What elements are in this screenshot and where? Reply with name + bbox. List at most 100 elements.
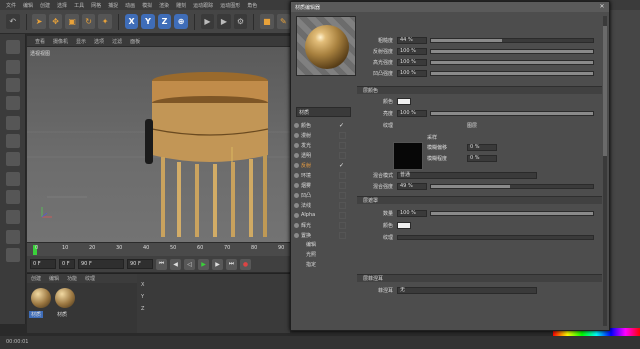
fresnel-row[interactable]: 菲涅耳 无 bbox=[357, 286, 602, 295]
tweak-icon[interactable] bbox=[6, 190, 20, 204]
material-menu-item[interactable]: 创建 bbox=[31, 275, 41, 282]
menu-item[interactable]: 渲染 bbox=[159, 2, 169, 9]
pen-icon[interactable]: ✎ bbox=[276, 14, 291, 29]
roughness-slider[interactable] bbox=[430, 38, 594, 43]
checkbox-empty-icon[interactable] bbox=[339, 181, 346, 189]
model-mode-icon[interactable] bbox=[6, 60, 20, 74]
next-frame-icon[interactable]: ▶ bbox=[212, 258, 223, 270]
channel-12[interactable]: 置换 bbox=[294, 230, 346, 240]
fresnel-select[interactable]: 无 bbox=[397, 287, 537, 294]
menu-item[interactable]: 动画 bbox=[125, 2, 135, 9]
menu-item[interactable]: 模拟 bbox=[142, 2, 152, 9]
checkbox-empty-icon[interactable] bbox=[339, 201, 346, 209]
texture-mode-icon[interactable] bbox=[6, 78, 20, 92]
mask-amount-value[interactable]: 100 % bbox=[397, 210, 427, 217]
viewport-menu-item[interactable]: 过滤 bbox=[112, 38, 122, 45]
section-layer-mask[interactable]: 层遮罩 bbox=[357, 196, 602, 204]
play-reverse-icon[interactable]: ◁ bbox=[184, 258, 195, 270]
render-picture-icon[interactable]: ▶ bbox=[217, 14, 231, 29]
material-menu-item[interactable]: 功能 bbox=[67, 275, 77, 282]
color-swatch[interactable] bbox=[397, 98, 411, 105]
editor-scrollbar-thumb[interactable] bbox=[603, 26, 607, 156]
mask-amount-slider[interactable] bbox=[430, 211, 594, 216]
brightness-slider[interactable] bbox=[430, 111, 594, 116]
checkbox-empty-icon[interactable] bbox=[339, 151, 346, 159]
material-preview[interactable] bbox=[296, 16, 356, 76]
mix-strength-slider[interactable] bbox=[430, 184, 594, 189]
go-to-end-icon[interactable]: ⏭ bbox=[226, 258, 237, 270]
channel-7[interactable]: 烟雾 bbox=[294, 180, 346, 190]
viewport-menu-item[interactable]: 选项 bbox=[94, 38, 104, 45]
bump-strength-value[interactable]: 100 % bbox=[397, 70, 427, 77]
reflect-strength-row[interactable]: 反射强度 100 % bbox=[357, 47, 602, 56]
coord-system-icon[interactable]: ⊕ bbox=[174, 14, 188, 29]
material-swatch-2[interactable] bbox=[55, 288, 75, 308]
menu-item[interactable]: 创建 bbox=[40, 2, 50, 9]
channel-6[interactable]: 环境 bbox=[294, 170, 346, 180]
mask-color-swatch[interactable] bbox=[397, 222, 411, 229]
checkmark-icon[interactable]: ✓ bbox=[339, 122, 346, 129]
brightness-value[interactable]: 100 % bbox=[397, 110, 427, 117]
render-settings-icon[interactable]: ⚙ bbox=[233, 14, 248, 29]
mask-texture-row[interactable]: 纹理 bbox=[357, 233, 602, 242]
brightness-row[interactable]: 亮度 100 % bbox=[357, 109, 602, 118]
mix-mode-select[interactable]: 普通 bbox=[397, 172, 537, 179]
lock-icon[interactable] bbox=[6, 230, 20, 244]
checkbox-empty-icon[interactable] bbox=[339, 221, 346, 229]
menu-item[interactable]: 网格 bbox=[91, 2, 101, 9]
start-frame-field[interactable]: 0 F bbox=[30, 259, 56, 269]
y-axis-icon[interactable]: Y bbox=[141, 14, 155, 29]
edges-mode-icon[interactable] bbox=[6, 134, 20, 148]
color-row[interactable]: 颜色 bbox=[357, 97, 602, 106]
z-axis-icon[interactable]: Z bbox=[157, 14, 172, 29]
make-editable-icon[interactable] bbox=[6, 40, 20, 54]
checkbox-empty-icon[interactable] bbox=[339, 191, 346, 199]
section-layer-color[interactable]: 层颜色 bbox=[357, 86, 602, 94]
snap-icon[interactable] bbox=[6, 210, 20, 224]
polygons-mode-icon[interactable] bbox=[6, 152, 20, 166]
channel-11[interactable]: 辉光 bbox=[294, 220, 346, 230]
texture-thumbnail[interactable] bbox=[393, 142, 423, 170]
channel-9[interactable]: 法线 bbox=[294, 200, 346, 210]
checkbox-empty-icon[interactable] bbox=[339, 141, 346, 149]
editor-extra-item[interactable]: 编辑 bbox=[294, 240, 346, 250]
prev-frame-icon[interactable]: ◀ bbox=[170, 258, 181, 270]
move-icon[interactable]: ✥ bbox=[48, 14, 63, 29]
section-layer-fresnel[interactable]: 层菲涅耳 bbox=[357, 274, 602, 282]
blur-offset-value[interactable]: 0 % bbox=[467, 144, 497, 151]
material-menu-item[interactable]: 纹理 bbox=[85, 275, 95, 282]
points-mode-icon[interactable] bbox=[6, 116, 20, 130]
blur-scale-row[interactable]: 模糊程度 0 % bbox=[427, 154, 597, 163]
channel-4[interactable]: 透明 bbox=[294, 150, 346, 160]
x-axis-icon[interactable]: X bbox=[124, 14, 139, 29]
play-icon[interactable]: ▶ bbox=[198, 258, 209, 270]
mask-color-row[interactable]: 颜色 bbox=[357, 221, 602, 230]
channel-2[interactable]: 漫射 bbox=[294, 130, 346, 140]
mix-strength-row[interactable]: 混合强度 49 % bbox=[357, 182, 602, 191]
texture-row[interactable]: 纹理 图层 bbox=[357, 121, 602, 130]
viewport-menu-item[interactable]: 面板 bbox=[130, 38, 140, 45]
editor-extra-item[interactable]: 光照 bbox=[294, 250, 346, 260]
editor-scrollbar[interactable] bbox=[603, 16, 607, 326]
select-arrow-icon[interactable]: ➤ bbox=[32, 14, 46, 29]
menu-item[interactable]: 运动跟踪 bbox=[193, 2, 213, 9]
editor-extra-item[interactable]: 指定 bbox=[294, 260, 346, 270]
viewport-menu-item[interactable]: 摄像机 bbox=[53, 38, 68, 45]
channel-5[interactable]: 反射 ✓ bbox=[294, 160, 346, 170]
material-editor-titlebar[interactable]: 材质编辑器 bbox=[291, 2, 609, 12]
viewport[interactable]: 透视视图 bbox=[27, 47, 290, 242]
scale-icon[interactable]: ▣ bbox=[65, 14, 79, 29]
menu-item[interactable]: 编辑 bbox=[23, 2, 33, 9]
workplane-lock-icon[interactable] bbox=[6, 248, 20, 262]
recent-tool-icon[interactable]: ✦ bbox=[98, 14, 112, 29]
mix-mode-row[interactable]: 混合模式 普通 bbox=[357, 171, 602, 180]
menu-item[interactable]: 捕捉 bbox=[108, 2, 118, 9]
bump-strength-row[interactable]: 凹凸强度 100 % bbox=[357, 69, 602, 78]
cube-icon[interactable]: ■ bbox=[260, 14, 274, 29]
checkbox-empty-icon[interactable] bbox=[339, 231, 346, 239]
checkbox-empty-icon[interactable] bbox=[339, 211, 346, 219]
material-swatch-1[interactable] bbox=[31, 288, 51, 308]
undo-icon[interactable]: ↶ bbox=[6, 14, 20, 29]
menu-item[interactable]: 运动图形 bbox=[220, 2, 240, 9]
go-to-start-icon[interactable]: ⏮ bbox=[156, 258, 167, 270]
